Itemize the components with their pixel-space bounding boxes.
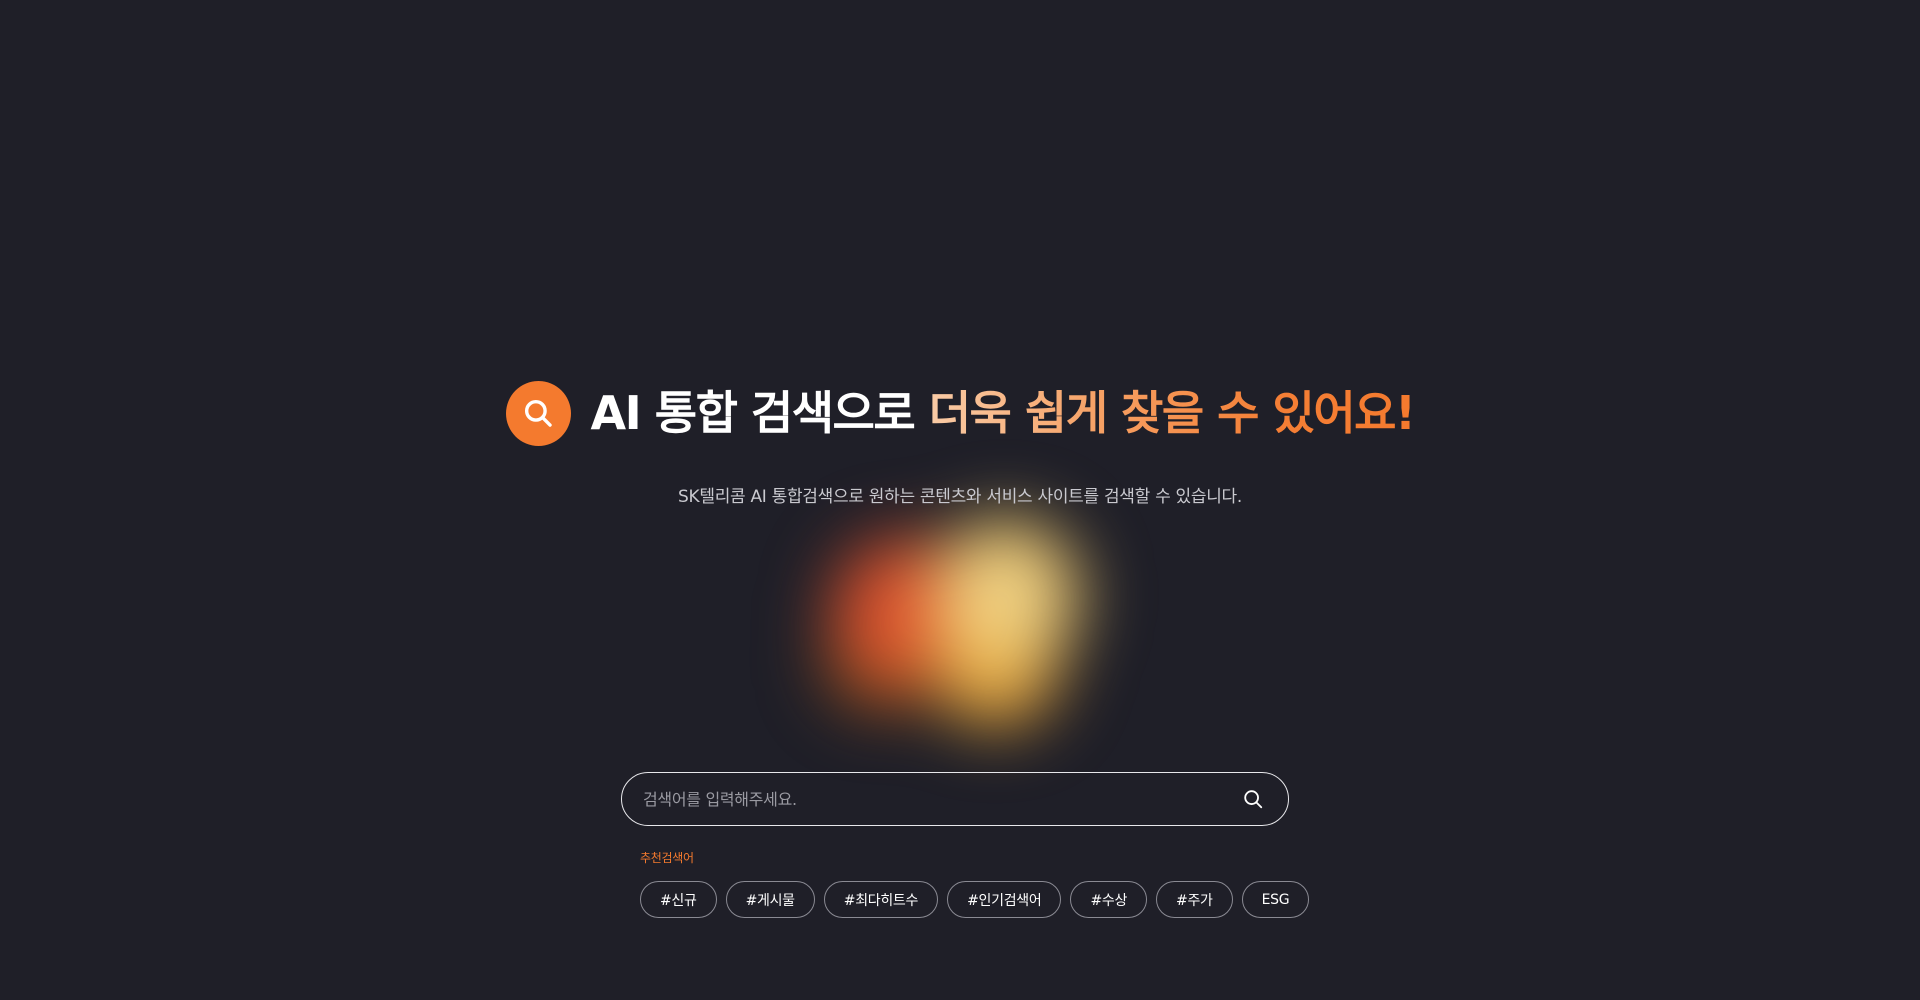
title-white-part: AI 통합 검색으로 [590,386,916,440]
keyword-chip-awards[interactable]: #수상 [1070,881,1148,918]
search-bar [621,772,1289,826]
search-icon [1244,790,1263,809]
recommended-keywords-list: #신규 #게시물 #최다히트수 #인기검색어 #수상 #주가 ESG [640,881,1310,918]
keyword-chip-esg[interactable]: ESG [1241,881,1310,918]
keyword-chip-new[interactable]: #신규 [640,881,717,918]
search-icon [505,380,571,446]
search-input[interactable] [641,788,1240,810]
keyword-chip-posts[interactable]: #게시물 [725,881,815,918]
title-accent-part: 더욱 쉽게 찾을 수 있어요! [928,386,1416,440]
search-landing-page: AI 통합 검색으로 더욱 쉽게 찾을 수 있어요! SK텔리콤 AI 통합검색… [0,0,1920,1000]
recommended-keywords-label: 추천검색어 [640,851,694,865]
keyword-chip-stock[interactable]: #주가 [1156,881,1233,918]
keyword-chip-popular[interactable]: #인기검색어 [947,881,1062,918]
page-title: AI 통합 검색으로 더욱 쉽게 찾을 수 있어요! [590,378,1416,448]
ai-gradient-orb [790,485,1110,750]
page-subtitle: SK텔리콤 AI 통합검색으로 원하는 콘텐츠와 서비스 사이트를 검색할 수 … [678,487,1242,507]
hero-headline: AI 통합 검색으로 더욱 쉽게 찾을 수 있어요! [0,378,1920,448]
search-button[interactable] [1240,786,1266,812]
keyword-chip-most-hits[interactable]: #최다히트수 [823,881,939,918]
